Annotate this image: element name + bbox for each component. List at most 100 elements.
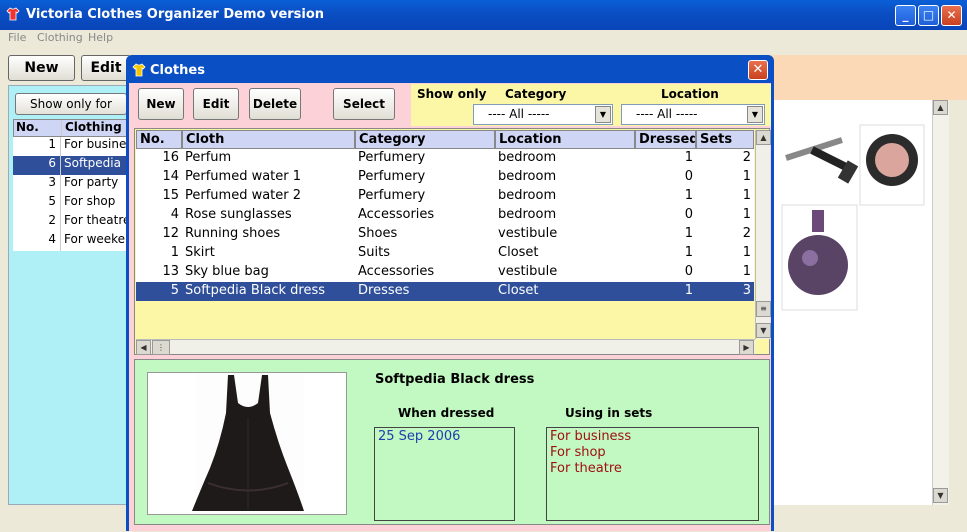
- menu-help[interactable]: Help: [88, 31, 113, 44]
- main-title-bar: Victoria Clothes Organizer Demo version …: [0, 0, 967, 30]
- scroll-up-icon[interactable]: ▲: [756, 130, 771, 145]
- close-button[interactable]: ✕: [941, 5, 962, 26]
- location-select[interactable]: ---- All ----- ▼: [621, 104, 765, 125]
- cell-sets: 1: [742, 188, 751, 203]
- column-header-dressed[interactable]: Dressed: [635, 130, 696, 149]
- cell-cloth: Rose sunglasses: [185, 207, 292, 222]
- category-select-value: ---- All -----: [488, 107, 550, 121]
- edit-set-button[interactable]: Edit: [81, 55, 131, 81]
- table-row[interactable]: 12 Running shoes Shoes vestibule 1 2: [136, 225, 754, 244]
- cell-cloth: Softpedia Black dress: [185, 283, 326, 298]
- app-title: Victoria Clothes Organizer Demo version: [26, 7, 325, 22]
- right-panel-scrollbar[interactable]: ▲ ▼: [932, 100, 949, 505]
- select-cloth-button[interactable]: Select: [333, 88, 395, 120]
- detail-cloth-name: Softpedia Black dress: [375, 372, 535, 387]
- column-header-cloth[interactable]: Cloth: [182, 130, 355, 149]
- cell-location: bedroom: [498, 188, 557, 203]
- cell-category: Dresses: [358, 283, 410, 298]
- cell-category: Perfumery: [358, 150, 426, 165]
- delete-cloth-button[interactable]: Delete: [249, 88, 301, 120]
- cell-dressed: 1: [684, 188, 693, 203]
- category-select[interactable]: ---- All ----- ▼: [473, 104, 613, 125]
- table-row[interactable]: 5 Softpedia Black dress Dresses Closet 1 3: [136, 282, 754, 301]
- list-item[interactable]: For shop: [550, 445, 755, 461]
- table-row[interactable]: 4 Rose sunglasses Accessories bedroom 0 1: [136, 206, 754, 225]
- grid-horizontal-scrollbar[interactable]: ◀ ⋮ ▶: [136, 339, 755, 355]
- menu-bar: File Clothing Help: [0, 30, 967, 47]
- scroll-right-icon[interactable]: ▶: [739, 340, 754, 355]
- table-row[interactable]: 3 For party: [13, 175, 134, 194]
- column-header-sets[interactable]: Sets: [696, 130, 754, 149]
- perfume-bottle-picture: [781, 204, 858, 311]
- cell-sets: 1: [742, 264, 751, 279]
- grid-vertical-scrollbar[interactable]: ▲ ≡ ▼: [755, 130, 771, 339]
- cell-category: Accessories: [358, 207, 435, 222]
- cell-cloth: Perfumed water 2: [185, 188, 302, 203]
- cell-cloth: Perfumed water 1: [185, 169, 302, 184]
- table-row[interactable]: 16 Perfum Perfumery bedroom 1 2: [136, 149, 754, 168]
- clothes-grid: No. Cloth Category Location Dressed Sets…: [134, 128, 771, 355]
- table-row[interactable]: 2 For theatre: [13, 213, 134, 232]
- list-item[interactable]: 25 Sep 2006: [378, 429, 511, 445]
- set-no: 6: [13, 156, 61, 175]
- table-row[interactable]: 5 For shop: [13, 194, 134, 213]
- show-only-for-button[interactable]: Show only for: [15, 93, 127, 115]
- edit-cloth-button[interactable]: Edit: [193, 88, 239, 120]
- column-header-no[interactable]: No.: [14, 120, 62, 136]
- table-row[interactable]: 15 Perfumed water 2 Perfumery bedroom 1 1: [136, 187, 754, 206]
- column-header-clothing[interactable]: Clothing: [62, 120, 132, 136]
- cell-dressed: 1: [684, 226, 693, 241]
- scroll-up-icon[interactable]: ▲: [933, 100, 948, 115]
- set-name: For party: [64, 175, 119, 189]
- scroll-left-icon[interactable]: ◀: [136, 340, 151, 355]
- clothes-dialog-body: New Edit Delete Select Show only Categor…: [129, 83, 771, 531]
- table-row[interactable]: 6 Softpedia: [13, 156, 134, 175]
- dialog-close-button[interactable]: ✕: [748, 60, 768, 80]
- set-no: 2: [13, 213, 61, 232]
- when-dressed-label: When dressed: [398, 406, 495, 420]
- scroll-down-icon[interactable]: ▼: [756, 323, 771, 338]
- using-in-sets-list[interactable]: For business For shop For theatre: [546, 427, 759, 521]
- table-row[interactable]: 4For weekend: [13, 232, 134, 251]
- menu-clothing[interactable]: Clothing: [37, 31, 83, 44]
- scroll-thumb[interactable]: ⋮: [152, 340, 170, 355]
- table-row[interactable]: 1For business: [13, 137, 134, 156]
- set-name: For shop: [64, 194, 116, 208]
- chevron-down-icon[interactable]: ▼: [747, 106, 763, 123]
- table-row[interactable]: 14 Perfumed water 1 Perfumery bedroom 0 1: [136, 168, 754, 187]
- new-set-button[interactable]: New Set: [8, 55, 75, 100]
- cell-category: Perfumery: [358, 169, 426, 184]
- cell-cloth: Sky blue bag: [185, 264, 269, 279]
- chevron-down-icon[interactable]: ▼: [595, 106, 611, 123]
- maximize-button[interactable]: □: [918, 5, 939, 26]
- table-row[interactable]: 1 Skirt Suits Closet 1 1: [136, 244, 754, 263]
- scroll-thumb[interactable]: ≡: [756, 301, 771, 317]
- items-pictures: [781, 124, 925, 311]
- menu-file[interactable]: File: [8, 31, 26, 44]
- scroll-down-icon[interactable]: ▼: [933, 488, 948, 503]
- cell-sets: 2: [742, 150, 751, 165]
- using-in-sets-label: Using in sets: [565, 406, 653, 420]
- list-item[interactable]: For business: [550, 429, 755, 445]
- column-header-location[interactable]: Location: [495, 130, 635, 149]
- cell-sets: 1: [742, 245, 751, 260]
- column-header-no[interactable]: No.: [136, 130, 182, 149]
- cell-sets: 1: [742, 207, 751, 222]
- cell-no: 12: [162, 226, 179, 241]
- set-no: 4: [13, 232, 61, 251]
- cell-cloth: Running shoes: [185, 226, 281, 241]
- cell-no: 15: [162, 188, 179, 203]
- minimize-button[interactable]: _: [895, 5, 916, 26]
- cell-dressed: 0: [684, 207, 693, 222]
- blush-compact-picture: [859, 124, 925, 206]
- cloth-photo: [147, 372, 347, 515]
- when-dressed-list[interactable]: 25 Sep 2006: [374, 427, 515, 521]
- table-row[interactable]: 13 Sky blue bag Accessories vestibule 0 1: [136, 263, 754, 282]
- cell-location: Closet: [498, 283, 539, 298]
- column-header-category[interactable]: Category: [355, 130, 495, 149]
- list-item[interactable]: For theatre: [550, 461, 755, 477]
- location-label: Location: [661, 87, 719, 101]
- category-label: Category: [505, 87, 567, 101]
- items-picture-panel: [772, 100, 932, 505]
- new-cloth-button[interactable]: New: [138, 88, 184, 120]
